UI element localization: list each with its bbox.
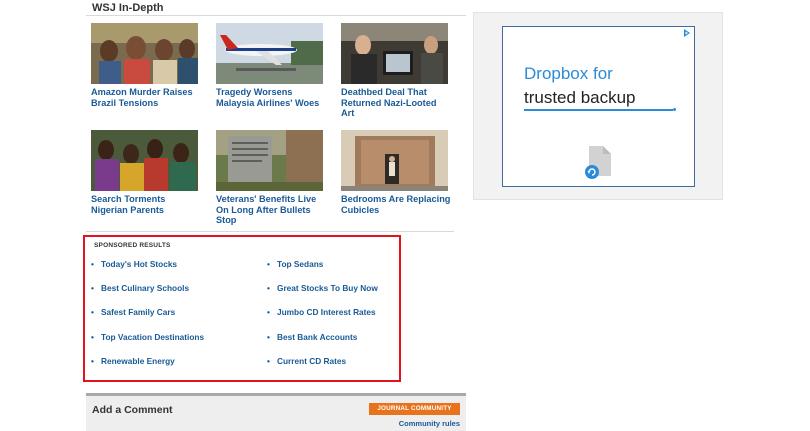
story-card[interactable]: Tragedy Worsens Malaysia Airlines' Woes	[216, 23, 326, 108]
story-card[interactable]: Veterans' Benefits Live On Long After Bu…	[216, 130, 326, 226]
bedroom-construction-photo[interactable]	[341, 130, 448, 191]
sponsored-link[interactable]: • Today's Hot Stocks	[91, 259, 177, 269]
ad-underline	[524, 109, 673, 111]
journal-community-badge[interactable]: JOURNAL COMMUNITY	[369, 403, 460, 415]
story-card[interactable]: Bedrooms Are Replacing Cubicles	[341, 130, 451, 215]
sponsored-link[interactable]: • Current CD Rates	[267, 356, 346, 366]
sponsored-link[interactable]: • Best Culinary Schools	[91, 283, 189, 293]
story-headline[interactable]: Search Torments Nigerian Parents	[91, 194, 201, 215]
section-title: WSJ In-Depth	[92, 2, 164, 14]
story-headline[interactable]: Deathbed Deal That Returned Nazi-Looted …	[341, 87, 451, 119]
sponsored-link[interactable]: • Great Stocks To Buy Now	[267, 283, 378, 293]
story-card[interactable]: Amazon Murder Raises Brazil Tensions	[91, 23, 201, 108]
ad-container: Dropbox for trusted backup	[473, 12, 723, 200]
dropbox-ad[interactable]: Dropbox for trusted backup	[502, 26, 695, 187]
sponsored-results: SPONSORED RESULTS • Today's Hot Stocks • B…	[83, 235, 401, 382]
story-card[interactable]: Deathbed Deal That Returned Nazi-Looted …	[341, 23, 451, 119]
file-sync-icon	[585, 146, 611, 179]
sponsored-link[interactable]: • Safest Family Cars	[91, 307, 175, 317]
story-headline[interactable]: Tragedy Worsens Malaysia Airlines' Woes	[216, 87, 326, 108]
story-headline[interactable]: Bedrooms Are Replacing Cubicles	[341, 194, 451, 215]
ad-dot	[673, 108, 676, 111]
sponsored-link[interactable]: • Jumbo CD Interest Rates	[267, 307, 376, 317]
ad-subline[interactable]: trusted backup	[524, 88, 636, 108]
nigerian-women-photo[interactable]	[91, 130, 198, 191]
story-headline[interactable]: Veterans' Benefits Live On Long After Bu…	[216, 194, 326, 226]
sponsored-title: SPONSORED RESULTS	[94, 242, 171, 249]
malaysia-airlines-plane-photo[interactable]	[216, 23, 323, 84]
sponsored-link[interactable]: • Top Sedans	[267, 259, 323, 269]
adchoices-icon[interactable]	[683, 29, 691, 37]
story-card[interactable]: Search Torments Nigerian Parents	[91, 130, 201, 215]
office-meeting-photo[interactable]	[341, 23, 448, 84]
ad-headline[interactable]: Dropbox for	[524, 64, 613, 84]
add-comment-heading: Add a Comment	[92, 404, 173, 416]
sponsored-link[interactable]: • Top Vacation Destinations	[91, 332, 204, 342]
sponsored-link[interactable]: • Best Bank Accounts	[267, 332, 357, 342]
gravestone-photo[interactable]	[216, 130, 323, 191]
amazon-people-photo[interactable]	[91, 23, 198, 84]
comment-bar: Add a Comment JOURNAL COMMUNITY Communit…	[86, 393, 466, 431]
section-divider	[86, 231, 454, 232]
sponsored-link[interactable]: • Renewable Energy	[91, 356, 175, 366]
community-rules-link[interactable]: Community rules	[399, 419, 460, 428]
story-headline[interactable]: Amazon Murder Raises Brazil Tensions	[91, 87, 201, 108]
